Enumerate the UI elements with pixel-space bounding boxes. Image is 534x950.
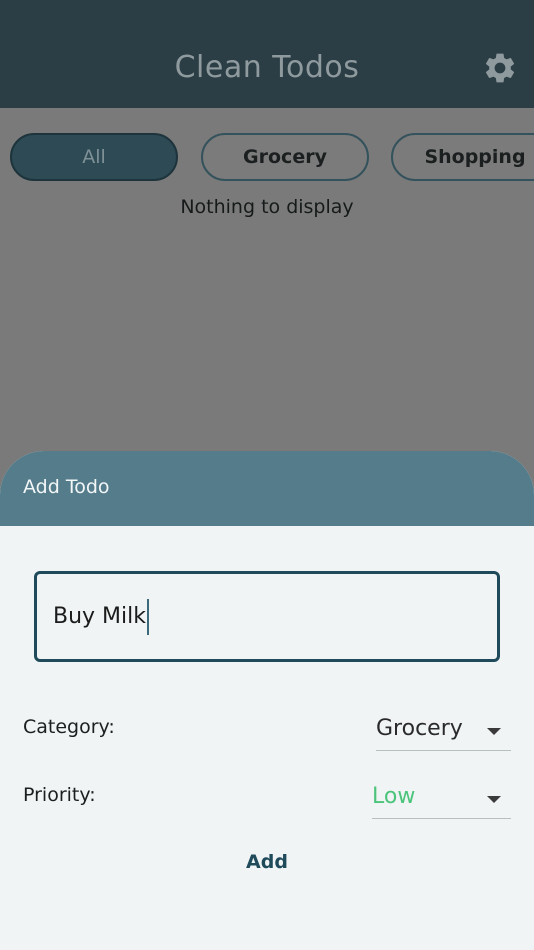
app-title: Clean Todos [174,50,360,85]
sheet-header: Add Todo [0,451,534,526]
filter-chip-shopping[interactable]: Shopping [391,133,534,181]
todo-input-value: Buy Milk [53,604,146,629]
category-dropdown[interactable]: Grocery [376,706,511,751]
empty-state-message: Nothing to display [180,196,354,218]
sheet-title: Add Todo [23,476,110,498]
filter-chip-grocery[interactable]: Grocery [201,133,369,181]
priority-value: Low [372,784,416,809]
filter-chip-all[interactable]: All [10,133,178,181]
chevron-down-icon [487,728,501,735]
settings-button[interactable] [482,50,518,86]
text-cursor [147,598,149,635]
add-todo-sheet: Add Todo Buy Milk Category: Grocery Prio… [0,451,534,950]
gear-icon [485,53,515,83]
priority-dropdown[interactable]: Low [372,774,511,819]
category-filter-chips: All Grocery Shopping [10,133,534,185]
category-label: Category: [23,716,115,738]
chevron-down-icon [487,796,501,803]
add-todo-button[interactable]: Add [0,851,534,873]
priority-label: Priority: [23,784,96,806]
category-value: Grocery [376,716,463,741]
todo-title-input[interactable]: Buy Milk [34,571,500,662]
app-bar: Clean Todos [0,0,534,108]
